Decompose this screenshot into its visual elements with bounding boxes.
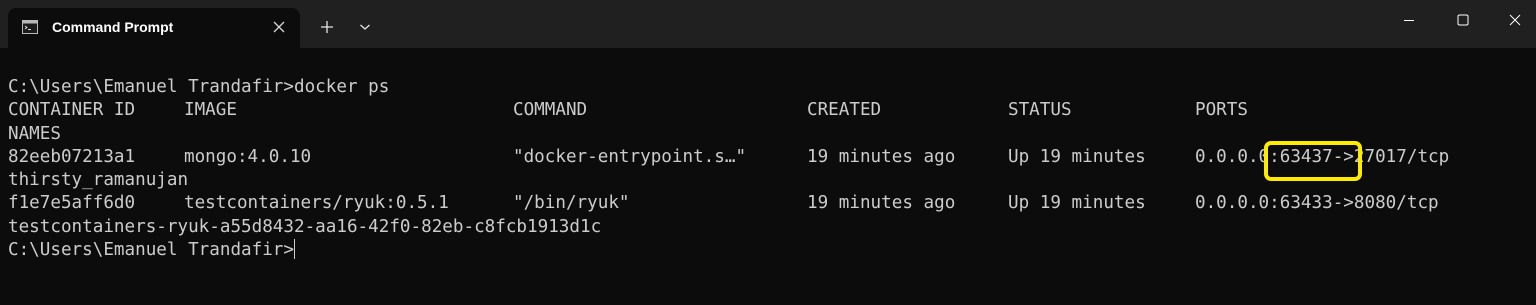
container-command: "docker-entrypoint.s…" — [513, 146, 747, 167]
container-ports: 0.0.0.0:63437->27017/tcp — [1195, 146, 1450, 167]
title-bar: Command Prompt — [0, 0, 1536, 48]
container-name: thirsty_ramanujan — [8, 170, 189, 191]
plus-icon — [321, 21, 333, 33]
minimize-button[interactable] — [1384, 0, 1434, 40]
container-status: Up 19 minutes — [1008, 146, 1146, 167]
container-created: 19 minutes ago — [807, 146, 956, 167]
table-row: 82eeb07213a1 mongo:4.0.10 "docker-entryp… — [8, 146, 1528, 169]
header-status: STATUS — [1008, 100, 1072, 121]
close-tab-button[interactable] — [268, 16, 290, 38]
container-image: testcontainers/ryuk:0.5.1 — [184, 193, 449, 214]
container-command: "/bin/ryuk" — [513, 193, 630, 214]
header-ports: PORTS — [1195, 100, 1248, 121]
terminal-window: Command Prompt C:\Users\Emanuel Trandafi… — [0, 0, 1536, 305]
header-container-id: CONTAINER ID — [8, 100, 136, 121]
maximize-button[interactable] — [1438, 0, 1488, 40]
terminal-output[interactable]: C:\Users\Emanuel Trandafir>docker ps CON… — [8, 76, 1528, 296]
header-created: CREATED — [807, 100, 882, 121]
container-ports: 0.0.0.0:63433->8080/tcp — [1195, 193, 1439, 214]
container-name: testcontainers-ryuk-a55d8432-aa16-42f0-8… — [8, 216, 602, 237]
close-icon — [1509, 14, 1521, 26]
header-names: NAMES — [8, 123, 61, 144]
close-icon — [273, 21, 285, 33]
chevron-down-icon — [360, 24, 370, 30]
command-line: C:\Users\Emanuel Trandafir>docker ps — [8, 77, 390, 97]
table-row: f1e7e5aff6d0 testcontainers/ryuk:0.5.1 "… — [8, 192, 1528, 215]
container-id: 82eeb07213a1 — [8, 146, 136, 167]
header-image: IMAGE — [184, 100, 237, 121]
header-command: COMMAND — [513, 100, 588, 121]
new-tab-button[interactable] — [314, 14, 340, 40]
container-created: 19 minutes ago — [807, 193, 956, 214]
container-id: f1e7e5aff6d0 — [8, 193, 136, 214]
maximize-icon — [1457, 14, 1469, 26]
text-cursor — [294, 239, 295, 260]
prompt-text: C:\Users\Emanuel Trandafir> — [8, 240, 294, 261]
table-header-row: CONTAINER ID IMAGE COMMAND CREATED STATU… — [8, 99, 1528, 122]
container-image: mongo:4.0.10 — [184, 146, 312, 167]
tab-dropdown-button[interactable] — [352, 14, 378, 40]
prompt-line: C:\Users\Emanuel Trandafir> — [8, 239, 1528, 262]
minimize-icon — [1404, 20, 1414, 21]
close-window-button[interactable] — [1490, 0, 1536, 40]
tab-command-prompt[interactable]: Command Prompt — [8, 8, 300, 48]
command-prompt-icon — [22, 20, 38, 34]
container-status: Up 19 minutes — [1008, 193, 1146, 214]
tab-title: Command Prompt — [52, 19, 174, 35]
